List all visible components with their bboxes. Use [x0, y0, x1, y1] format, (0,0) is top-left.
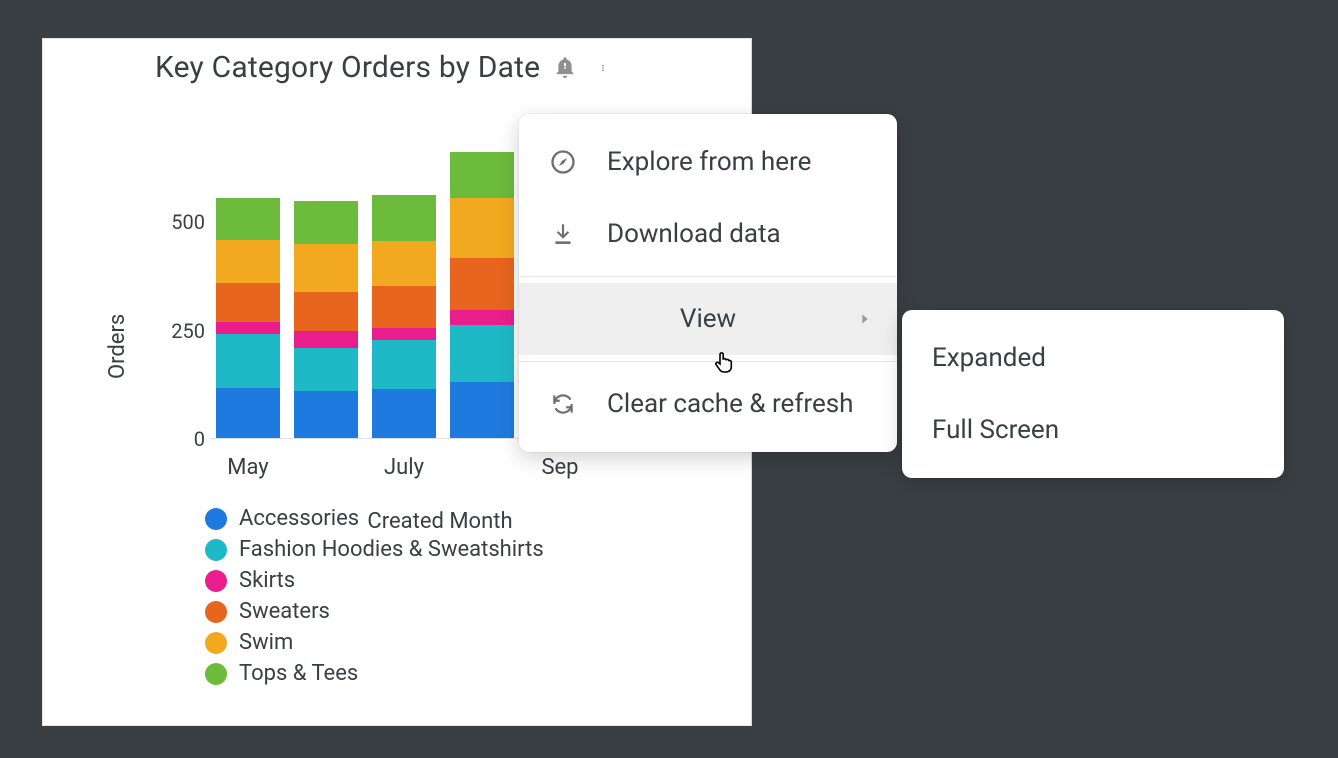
y-tick: 250	[150, 319, 205, 343]
x-tick	[294, 455, 358, 480]
menu-item-clear-cache[interactable]: Clear cache & refresh	[519, 368, 897, 440]
y-tick: 500	[150, 210, 205, 234]
x-tick: Sep	[528, 455, 592, 480]
legend-swatch	[205, 663, 227, 685]
legend-swatch	[205, 632, 227, 654]
bar-segment[interactable]	[216, 240, 280, 283]
bar-segment[interactable]	[372, 286, 436, 327]
bar-segment[interactable]	[216, 334, 280, 388]
legend-label: Accessories	[239, 506, 359, 531]
bar-segment[interactable]	[294, 348, 358, 391]
legend-item[interactable]: Accessories	[205, 506, 544, 531]
bar-segment[interactable]	[450, 310, 514, 325]
bar-segment[interactable]	[450, 152, 514, 198]
x-tick: July	[372, 455, 436, 480]
bar-segment[interactable]	[294, 391, 358, 438]
bar-segment[interactable]	[294, 331, 358, 348]
bar-segment[interactable]	[216, 198, 280, 239]
x-tick	[450, 455, 514, 480]
legend-label: Swim	[239, 630, 293, 655]
bar-segment[interactable]	[372, 195, 436, 241]
bar-column[interactable]	[450, 152, 514, 438]
y-axis-ticks: 0250500	[150, 179, 205, 439]
bar-segment[interactable]	[450, 325, 514, 381]
bar-segment[interactable]	[294, 201, 358, 244]
bar-segment[interactable]	[294, 292, 358, 331]
bar-segment[interactable]	[450, 198, 514, 259]
menu-item-label: Explore from here	[607, 147, 811, 177]
bar-segment[interactable]	[216, 322, 280, 334]
compass-icon	[547, 146, 579, 178]
bar-segment[interactable]	[372, 241, 436, 287]
bar-segment[interactable]	[216, 283, 280, 322]
menu-item-label: Clear cache & refresh	[607, 389, 853, 419]
bar-segment[interactable]	[450, 382, 514, 438]
submenu-item-label: Expanded	[932, 343, 1046, 373]
x-axis-ticks: May July Sep	[210, 455, 770, 480]
kebab-menu-button[interactable]	[590, 55, 616, 81]
bar-segment[interactable]	[294, 244, 358, 292]
legend-item[interactable]: Sweaters	[205, 599, 544, 624]
bar-segment[interactable]	[216, 388, 280, 438]
menu-item-explore[interactable]: Explore from here	[519, 126, 897, 198]
bell-icon[interactable]	[552, 55, 578, 81]
legend-label: Fashion Hoodies & Sweatshirts	[239, 537, 544, 562]
menu-divider	[519, 276, 897, 277]
view-submenu: Expanded Full Screen	[902, 310, 1284, 478]
bar-segment[interactable]	[450, 258, 514, 310]
y-axis-label: Orders	[105, 314, 130, 379]
submenu-item-label: Full Screen	[932, 415, 1059, 445]
chart-legend: Accessories Fashion Hoodies & Sweatshirts…	[205, 506, 544, 686]
chevron-right-icon	[857, 304, 873, 334]
legend-swatch	[205, 539, 227, 561]
legend-label: Skirts	[239, 568, 295, 593]
legend-label: Tops & Tees	[239, 661, 358, 686]
menu-divider	[519, 361, 897, 362]
menu-item-label: Download data	[607, 219, 781, 249]
legend-item[interactable]: Swim	[205, 630, 544, 655]
menu-item-label: View	[680, 304, 736, 334]
bar-segment[interactable]	[372, 328, 436, 340]
submenu-item-expanded[interactable]: Expanded	[902, 322, 1284, 394]
legend-swatch	[205, 601, 227, 623]
legend-label: Sweaters	[239, 599, 330, 624]
bar-column[interactable]	[216, 198, 280, 438]
card-header: Key Category Orders by Date	[155, 50, 616, 85]
download-icon	[547, 218, 579, 250]
menu-item-download[interactable]: Download data	[519, 198, 897, 270]
tile-actions-menu: Explore from here Download data View Cle…	[519, 114, 897, 452]
bar-column[interactable]	[372, 195, 436, 438]
x-tick: May	[216, 455, 280, 480]
legend-swatch	[205, 570, 227, 592]
legend-item[interactable]: Tops & Tees	[205, 661, 544, 686]
bar-segment[interactable]	[372, 340, 436, 390]
bar-segment[interactable]	[372, 389, 436, 438]
card-title: Key Category Orders by Date	[155, 50, 540, 85]
bar-column[interactable]	[294, 201, 358, 438]
y-tick: 0	[150, 427, 205, 451]
refresh-icon	[547, 388, 579, 420]
legend-swatch	[205, 508, 227, 530]
submenu-item-fullscreen[interactable]: Full Screen	[902, 394, 1284, 466]
legend-item[interactable]: Skirts	[205, 568, 544, 593]
legend-item[interactable]: Fashion Hoodies & Sweatshirts	[205, 537, 544, 562]
menu-item-view[interactable]: View	[519, 283, 897, 355]
